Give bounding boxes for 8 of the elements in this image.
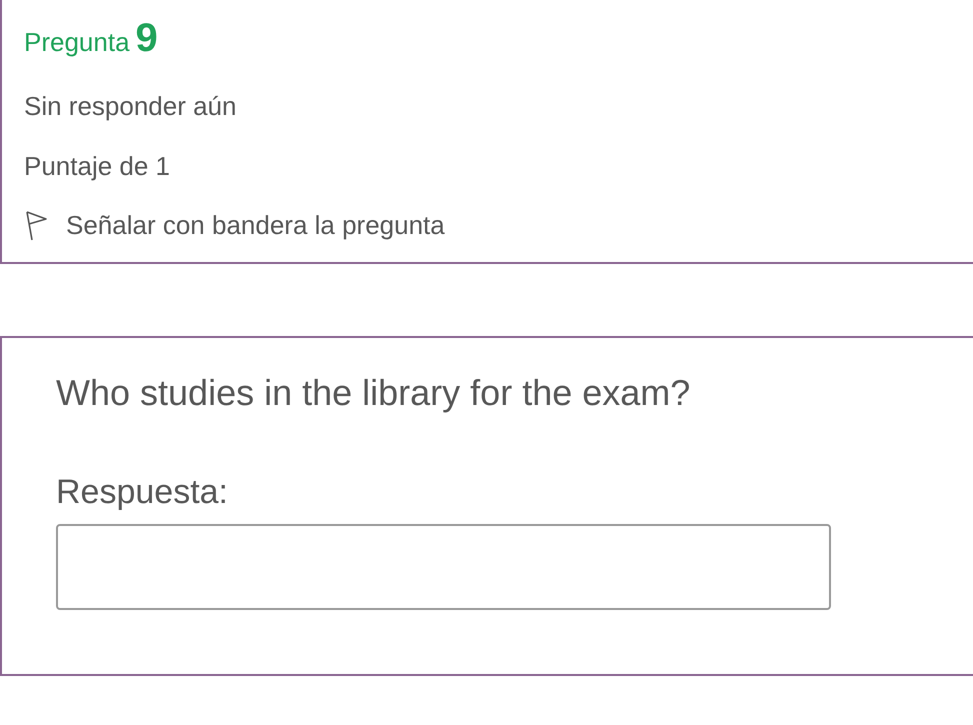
question-number: 9 (136, 16, 158, 61)
grade-text: Puntaje de 1 (24, 150, 172, 183)
question-text: Who studies in the library for the exam? (56, 371, 692, 415)
flag-question-link[interactable]: Señalar con bandera la pregunta (24, 210, 445, 241)
answer-label: Respuesta: (56, 472, 229, 513)
status-text: Sin responder aún (24, 90, 238, 123)
question-label: Pregunta (24, 27, 130, 58)
answer-field[interactable] (56, 524, 831, 610)
